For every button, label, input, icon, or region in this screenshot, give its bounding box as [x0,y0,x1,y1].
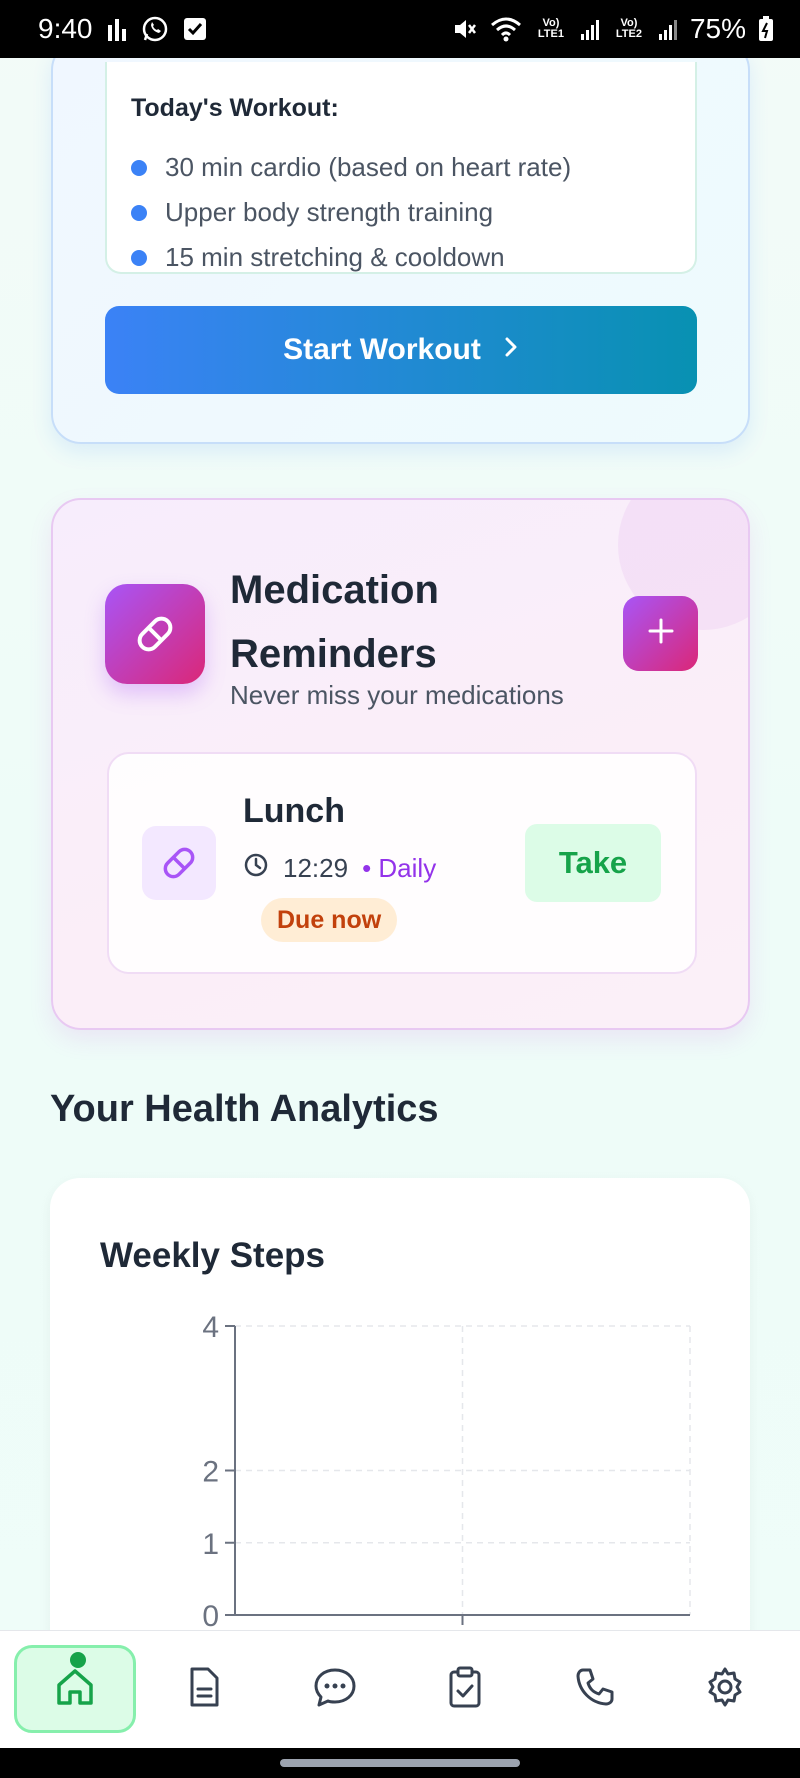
list-item: Upper body strength training [131,190,671,235]
medication-title: Medication Reminders [230,568,439,676]
list-item: 15 min stretching & cooldown [131,235,671,280]
start-workout-label: Start Workout [283,333,481,366]
reminder-name: Lunch [243,792,345,830]
active-indicator-dot [70,1652,86,1668]
workout-item-label: Upper body strength training [165,197,494,227]
document-icon [184,1665,224,1714]
nav-chat[interactable] [274,1645,396,1733]
workout-list: Today's Workout: 30 min cardio (based on… [105,62,697,274]
y-tick-label: 1 [202,1528,219,1561]
gear-icon [703,1665,747,1714]
battery-percent: 75% [689,13,746,44]
home-gesture-bar[interactable] [280,1759,520,1767]
start-workout-button[interactable]: Start Workout [105,306,697,394]
nav-documents[interactable] [143,1645,265,1733]
reminder-meta: 12:29 • Daily [243,852,436,885]
nav-call[interactable] [534,1645,656,1733]
nav-settings[interactable] [664,1645,786,1733]
medication-card: Medication Reminders Never miss your med… [51,498,750,1030]
nav-home[interactable] [14,1645,136,1733]
list-item: 30 min cardio (based on heart rate) [131,145,671,190]
reminder-time: 12:29 [283,853,349,883]
sim1-label: Vo) LTE1 [537,17,564,40]
checkbox-notification-icon [183,17,207,41]
workout-item-label: 15 min stretching & cooldown [165,242,505,272]
plus-icon [646,616,676,651]
chevron-right-icon [503,333,519,367]
wifi-icon [490,16,522,42]
phone-icon [573,1665,617,1714]
analytics-title: Your Health Analytics [50,1088,439,1130]
pill-icon [105,584,205,684]
medication-reminder-item: Lunch 12:29 • Daily Due now Take [107,752,697,974]
cell-signal-2-icon [658,18,678,40]
bullet-dot-icon [131,204,147,221]
status-bar: 9:40 Vo) LTE1 Vo) LTE2 75% [0,0,800,58]
status-time: 9:40 [38,13,93,44]
reminder-frequency: • Daily [362,853,437,883]
status-badge: Due now [261,898,398,942]
y-tick-label: 0 [202,1600,219,1633]
clock-icon [243,852,269,885]
workout-item-label: 30 min cardio (based on heart rate) [165,152,572,182]
mute-icon [452,16,478,42]
chat-icon [312,1665,358,1714]
take-medication-button[interactable]: Take [525,824,661,902]
add-medication-button[interactable] [623,596,698,671]
bullet-dot-icon [131,249,147,266]
bottom-nav [0,1630,800,1748]
battery-icon [758,16,774,42]
y-tick-label: 2 [202,1456,219,1489]
workout-title: Today's Workout: [131,94,339,122]
workout-card: Today's Workout: 30 min cardio (based on… [51,40,750,444]
bullet-dot-icon [131,159,147,176]
home-icon [53,1665,97,1714]
nav-tasks[interactable] [404,1645,526,1733]
medication-subtitle: Never miss your medications [230,680,564,710]
cell-signal-1-icon [580,18,600,40]
pill-icon [142,826,216,900]
y-tick-label: 4 [202,1311,219,1344]
whatsapp-icon [141,15,169,43]
clipboard-check-icon [445,1664,485,1715]
sim2-label: Vo) LTE2 [615,17,642,40]
signal-bars-icon [107,17,127,41]
